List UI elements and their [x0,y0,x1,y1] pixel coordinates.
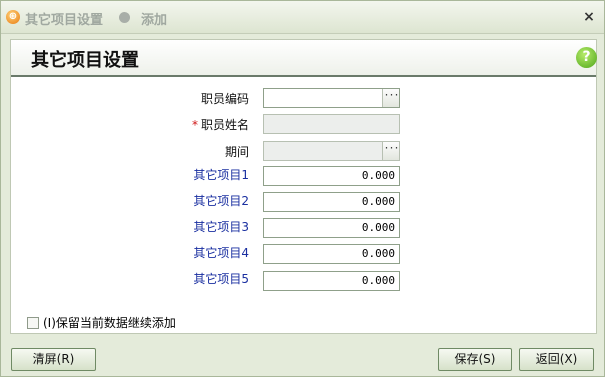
other-item-4-input[interactable]: 0.000 [263,244,400,264]
other-item-5-label: 其它项目5 [193,272,249,286]
keep-data-label: (I)保留当前数据继续添加 [43,316,176,330]
other-item-4-label: 其它项目4 [193,246,249,260]
period-lookup-button[interactable]: ··· [382,142,400,160]
save-button[interactable]: 保存(S) [438,348,512,371]
panel-title: 其它项目设置 [31,50,139,71]
employee-code-label: 职员编码 [200,92,249,106]
title-bar[interactable]: ⊕ 其它项目设置 添加 × [1,1,604,34]
employee-code-input[interactable]: ··· [263,88,400,108]
other-item-2-input[interactable]: 0.000 [263,192,400,212]
app-logo-icon: ⊕ [6,10,20,24]
employee-name-label: 职员姓名 [200,118,249,132]
other-item-3-label: 其它项目3 [193,220,249,234]
other-item-3-input[interactable]: 0.000 [263,218,400,238]
clear-button[interactable]: 清屏(R) [11,348,96,371]
keep-data-option[interactable]: (I)保留当前数据继续添加 [27,314,176,331]
content-panel: 其它项目设置 ? 职员编码 ··· * 职员姓名 期间 ··· 其它项目1 0.0… [10,39,597,334]
back-button[interactable]: 返回(X) [519,348,594,371]
period-input[interactable]: ··· [263,141,400,161]
other-item-2-label: 其它项目2 [193,194,249,208]
panel-header: 其它项目设置 ? [11,40,597,77]
close-icon[interactable]: × [582,10,596,24]
other-item-1-input[interactable]: 0.000 [263,166,400,186]
dialog-window: ⊕ 其它项目设置 添加 × 其它项目设置 ? 职员编码 ··· * 职员姓名 期间… [0,0,605,377]
other-item-5-input[interactable]: 0.000 [263,271,400,291]
period-label: 期间 [224,145,249,159]
employee-name-label-wrap: * 职员姓名 [119,116,249,133]
employee-code-lookup-button[interactable]: ··· [382,89,400,107]
window-mode: 添加 [141,13,168,28]
separator-dot-icon [119,12,130,23]
window-title: 其它项目设置 [25,13,104,28]
keep-data-checkbox[interactable] [27,316,39,329]
help-icon[interactable]: ? [576,47,597,68]
other-item-1-label: 其它项目1 [193,168,249,182]
required-star: * [191,118,198,132]
employee-name-input[interactable] [263,114,400,134]
